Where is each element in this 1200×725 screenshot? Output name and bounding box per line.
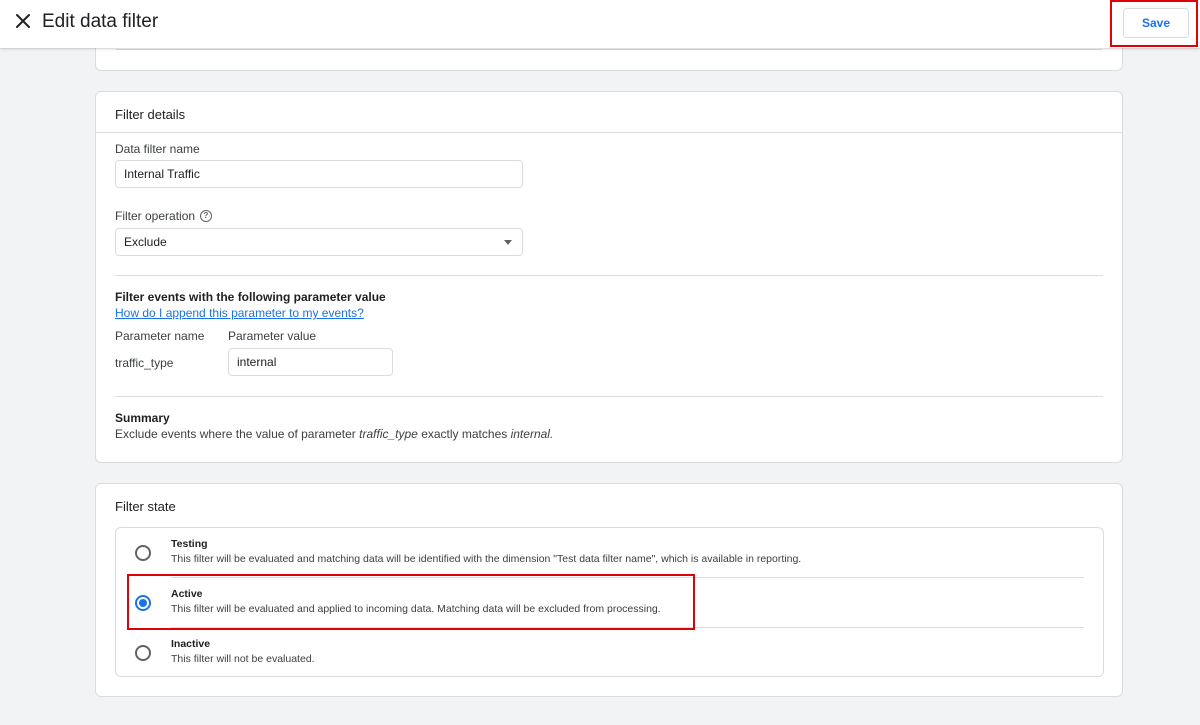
- summary-middle: exactly matches: [421, 427, 508, 441]
- param-help-link[interactable]: How do I append this parameter to my eve…: [115, 306, 364, 320]
- param-section-title: Filter events with the following paramet…: [115, 290, 386, 304]
- filter-operation-label: Filter operation: [115, 209, 196, 223]
- radio-inactive[interactable]: [135, 645, 151, 661]
- option-title: Active: [171, 588, 203, 600]
- filter-operation-value: Exclude: [124, 235, 167, 249]
- data-filter-name-label: Data filter name: [115, 142, 200, 156]
- option-description: This filter will not be evaluated.: [171, 653, 315, 665]
- radio-testing[interactable]: [135, 545, 151, 561]
- help-circle-icon[interactable]: ?: [200, 210, 212, 222]
- section-divider: [115, 275, 1103, 276]
- close-icon: [16, 14, 30, 28]
- summary-divider: [115, 396, 1103, 397]
- parameter-value-header: Parameter value: [228, 329, 317, 343]
- top-card-divider: [116, 49, 1102, 50]
- data-filter-name-input[interactable]: Internal Traffic: [115, 160, 523, 188]
- filter-details-title: Filter details: [115, 107, 186, 122]
- state-option-active[interactable]: Active This filter will be evaluated and…: [116, 578, 1103, 628]
- summary-prefix: Exclude events where the value of parame…: [115, 427, 356, 441]
- option-description: This filter will be evaluated and applie…: [171, 603, 661, 615]
- parameter-name-value: traffic_type: [115, 356, 174, 370]
- summary-param: traffic_type: [359, 427, 418, 441]
- parameter-value-input[interactable]: internal: [228, 348, 393, 376]
- dropdown-arrow-icon: [504, 240, 512, 245]
- option-title: Inactive: [171, 638, 211, 650]
- state-option-testing[interactable]: Testing This filter will be evaluated an…: [116, 528, 1103, 578]
- save-button[interactable]: Save: [1123, 8, 1189, 38]
- radio-active-selected[interactable]: [135, 595, 151, 611]
- summary-text: Exclude events where the value of parame…: [115, 427, 553, 441]
- option-description: This filter will be evaluated and matchi…: [171, 553, 802, 565]
- option-title: Testing: [171, 538, 208, 550]
- title-divider: [96, 132, 1122, 133]
- filter-state-options: Testing This filter will be evaluated an…: [115, 527, 1104, 677]
- filter-state-card: Filter state Testing This filter will be…: [95, 483, 1123, 697]
- filter-state-title: Filter state: [115, 499, 176, 514]
- summary-title: Summary: [115, 411, 170, 425]
- close-button[interactable]: [12, 10, 34, 32]
- filter-operation-select[interactable]: Exclude: [115, 228, 523, 256]
- filter-details-card: Filter details Data filter name Internal…: [95, 91, 1123, 463]
- top-app-bar: Edit data filter Save: [0, 0, 1200, 48]
- state-option-inactive[interactable]: Inactive This filter will not be evaluat…: [116, 628, 1103, 678]
- summary-value: internal.: [510, 427, 554, 441]
- page-title: Edit data filter: [42, 11, 159, 32]
- parameter-name-header: Parameter name: [115, 329, 205, 343]
